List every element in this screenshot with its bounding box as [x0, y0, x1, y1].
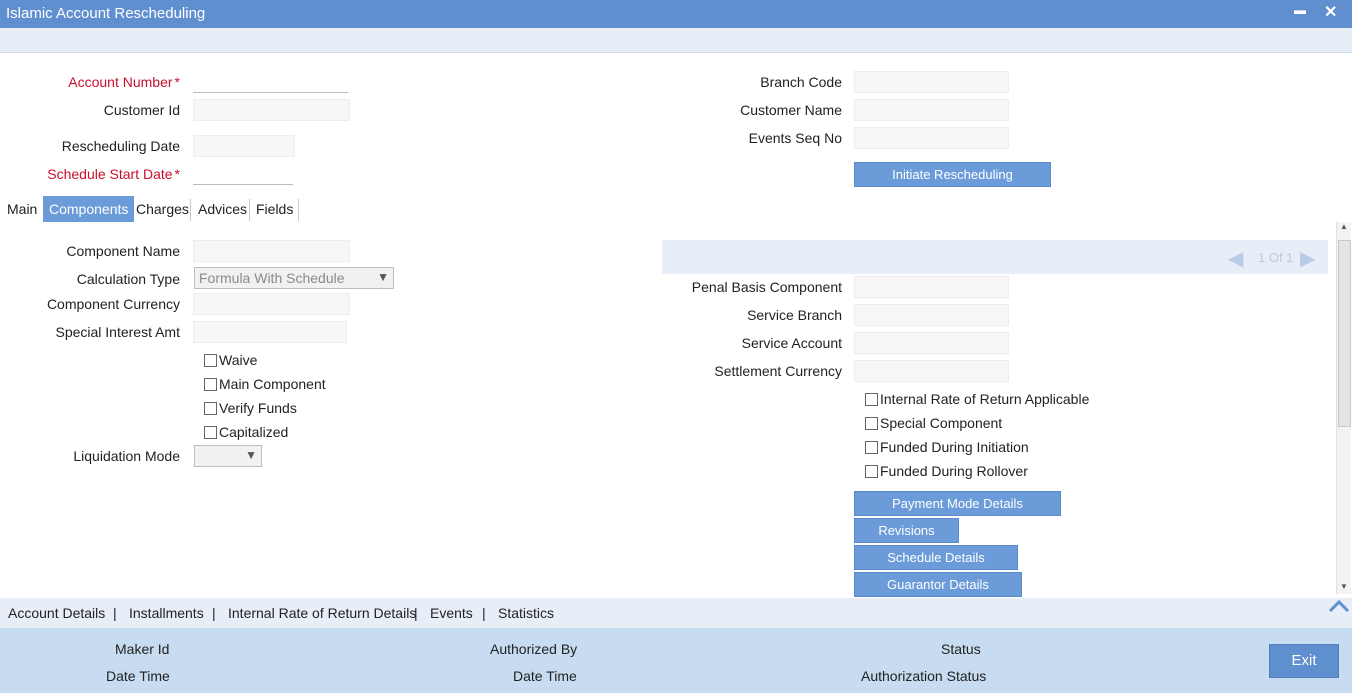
customer-id-input[interactable]: [193, 99, 350, 121]
scroll-down-icon[interactable]: ▼: [1340, 582, 1348, 591]
verify-funds-label: Verify Funds: [219, 400, 297, 416]
events-seq-no-input[interactable]: [854, 127, 1009, 149]
waive-label: Waive: [219, 352, 258, 368]
calculation-type-label: Calculation Type: [76, 271, 180, 287]
tab-components[interactable]: Components: [43, 196, 135, 222]
capitalized-checkbox[interactable]: [204, 426, 217, 439]
checker-date-time-label: Date Time: [513, 668, 577, 684]
payment-mode-details-button[interactable]: Payment Mode Details: [854, 491, 1061, 516]
schedule-start-date-input[interactable]: [193, 164, 293, 185]
tab-divider: [298, 199, 299, 221]
events-seq-no-label: Events Seq No: [748, 130, 842, 146]
exit-button[interactable]: Exit: [1269, 644, 1339, 678]
record-pager: ◀ 1 Of 1 ▶: [662, 240, 1328, 274]
revisions-button[interactable]: Revisions: [854, 518, 959, 543]
tab-main[interactable]: Main: [1, 196, 43, 222]
window-title: Islamic Account Rescheduling: [6, 5, 206, 22]
waive-checkbox[interactable]: [204, 354, 217, 367]
pager-text: 1 Of 1: [1258, 250, 1294, 265]
authorized-by-label: Authorized By: [490, 641, 578, 657]
account-details-link[interactable]: Account Details: [8, 605, 105, 621]
service-account-input[interactable]: [854, 332, 1009, 354]
authorization-status-label: Authorization Status: [861, 668, 987, 684]
irr-applicable-label: Internal Rate of Return Applicable: [880, 391, 1090, 407]
branch-code-label: Branch Code: [760, 74, 842, 90]
special-component-checkbox[interactable]: [865, 417, 878, 430]
funded-during-initiation-label: Funded During Initiation: [880, 439, 1029, 455]
capitalized-label: Capitalized: [219, 424, 289, 440]
close-icon[interactable]: ✕: [1324, 2, 1337, 22]
component-currency-label: Component Currency: [46, 296, 180, 312]
maker-date-time-label: Date Time: [106, 668, 170, 684]
calculation-type-select[interactable]: Formula With Schedule ▼: [194, 267, 394, 289]
audit-footer: Maker Id Date Time Authorized By Date Ti…: [0, 628, 1352, 693]
rescheduling-date-label: Rescheduling Date: [61, 138, 180, 154]
minimize-icon[interactable]: ▬: [1294, 3, 1306, 17]
branch-code-input[interactable]: [854, 71, 1009, 93]
customer-id-label: Customer Id: [103, 102, 180, 118]
funded-during-rollover-checkbox[interactable]: [865, 465, 878, 478]
funded-during-initiation-checkbox[interactable]: [865, 441, 878, 454]
schedule-start-date-label: Schedule Start Date *: [47, 166, 180, 182]
calculation-type-value: Formula With Schedule: [199, 270, 345, 286]
tab-divider: [190, 199, 191, 221]
next-record-icon[interactable]: ▶: [1300, 246, 1315, 271]
liquidation-mode-label: Liquidation Mode: [73, 448, 180, 464]
irr-applicable-checkbox[interactable]: [865, 393, 878, 406]
service-branch-label: Service Branch: [747, 307, 842, 323]
settlement-currency-label: Settlement Currency: [714, 363, 842, 379]
verify-funds-checkbox[interactable]: [204, 402, 217, 415]
service-branch-input[interactable]: [854, 304, 1009, 326]
nav-separator: |: [482, 605, 486, 621]
bottom-nav: Account Details | Installments | Interna…: [0, 598, 1352, 628]
main-component-checkbox[interactable]: [204, 378, 217, 391]
customer-name-input[interactable]: [854, 99, 1009, 121]
irr-details-link[interactable]: Internal Rate of Return Details: [228, 605, 416, 621]
service-account-label: Service Account: [741, 335, 842, 351]
component-name-label: Component Name: [66, 243, 180, 259]
special-interest-amt-input[interactable]: [193, 321, 347, 343]
liquidation-mode-select[interactable]: ▼: [194, 445, 262, 467]
scroll-up-icon[interactable]: ▲: [1340, 222, 1348, 231]
chevron-down-icon: ▼: [377, 270, 389, 284]
special-component-label: Special Component: [880, 415, 1003, 431]
scrollbar-thumb[interactable]: [1338, 240, 1351, 427]
component-currency-input[interactable]: [193, 293, 350, 315]
penal-basis-component-input[interactable]: [854, 276, 1009, 298]
main-component-label: Main Component: [219, 376, 326, 392]
settlement-currency-input[interactable]: [854, 360, 1009, 382]
tab-advices[interactable]: Advices: [192, 196, 253, 222]
funded-during-rollover-label: Funded During Rollover: [880, 463, 1028, 479]
previous-record-icon[interactable]: ◀: [1228, 246, 1243, 271]
chevron-down-icon: ▼: [245, 448, 257, 462]
maker-id-label: Maker Id: [115, 641, 170, 657]
tab-charges[interactable]: Charges: [130, 196, 195, 222]
collapse-up-icon[interactable]: [1328, 598, 1350, 614]
schedule-details-button[interactable]: Schedule Details: [854, 545, 1018, 570]
status-label: Status: [941, 641, 981, 657]
special-interest-amt-label: Special Interest Amt: [55, 324, 180, 340]
nav-separator: |: [414, 605, 418, 621]
nav-separator: |: [212, 605, 216, 621]
tab-fields[interactable]: Fields: [250, 196, 299, 222]
component-name-input[interactable]: [193, 240, 350, 262]
events-link[interactable]: Events: [430, 605, 473, 621]
guarantor-details-button[interactable]: Guarantor Details: [854, 572, 1022, 597]
statistics-link[interactable]: Statistics: [498, 605, 554, 621]
customer-name-label: Customer Name: [740, 102, 842, 118]
installments-link[interactable]: Installments: [129, 605, 204, 621]
toolbar-strip: [0, 28, 1352, 53]
account-number-label: Account Number *: [68, 74, 180, 90]
vertical-scrollbar[interactable]: ▲ ▼: [1336, 222, 1351, 594]
rescheduling-date-input[interactable]: [193, 135, 295, 157]
penal-basis-component-label: Penal Basis Component: [691, 279, 842, 295]
initiate-rescheduling-button[interactable]: Initiate Rescheduling: [854, 162, 1051, 187]
account-number-input[interactable]: [193, 72, 348, 93]
window-title-bar: Islamic Account Rescheduling ▬ ✕: [0, 0, 1352, 28]
nav-separator: |: [113, 605, 117, 621]
